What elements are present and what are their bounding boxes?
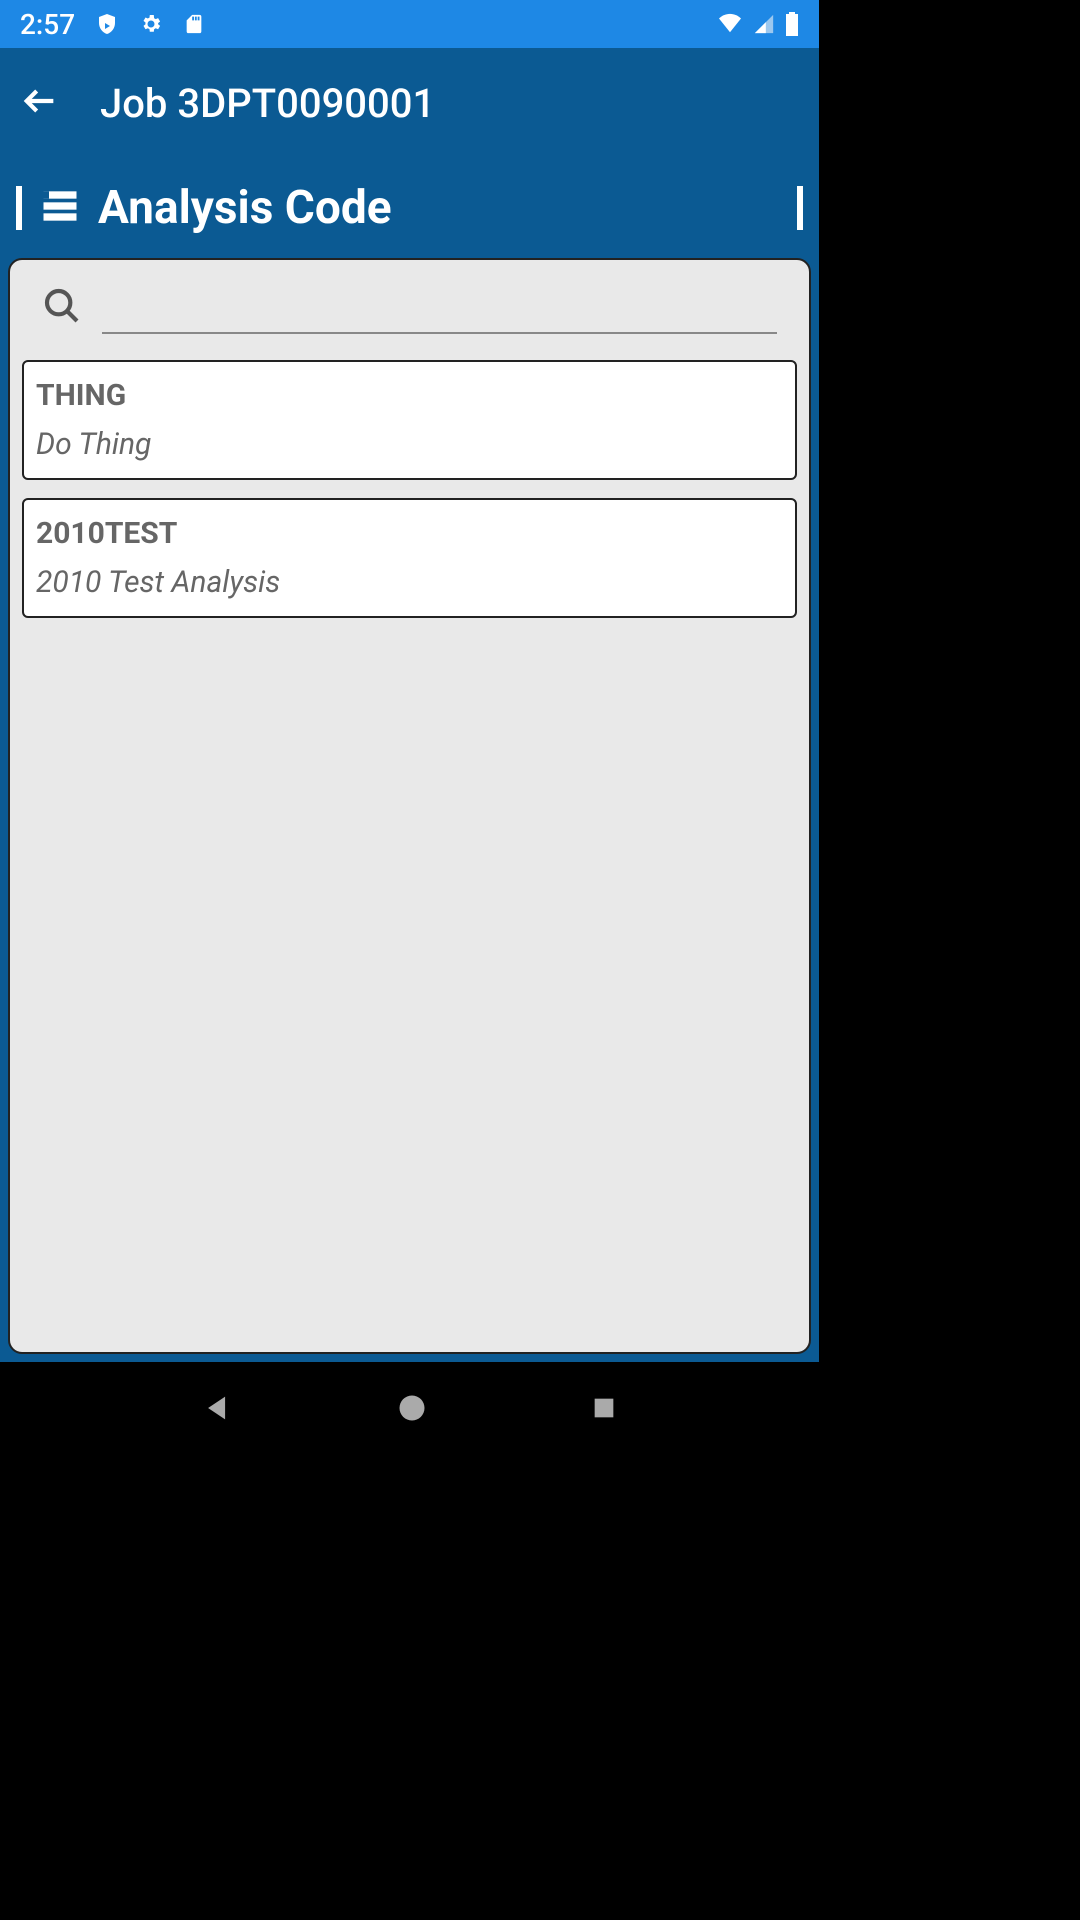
status-time: 2:57 bbox=[20, 8, 75, 41]
item-code: 2010TEST bbox=[36, 516, 783, 551]
status-bar: 2:57 bbox=[0, 0, 819, 48]
section-marker-left bbox=[16, 186, 22, 230]
shield-icon bbox=[95, 12, 119, 36]
android-nav-bar bbox=[0, 1362, 819, 1458]
content-wrap: THING Do Thing 2010TEST 2010 Test Analys… bbox=[0, 258, 819, 1362]
search-input[interactable] bbox=[102, 282, 777, 334]
item-desc: 2010 Test Analysis bbox=[36, 565, 783, 600]
analysis-code-item[interactable]: THING Do Thing bbox=[22, 360, 797, 480]
list-icon bbox=[38, 184, 82, 232]
wifi-icon bbox=[717, 13, 743, 35]
search-icon bbox=[42, 286, 82, 330]
nav-home-icon[interactable] bbox=[397, 1393, 427, 1427]
app-bar: Job 3DPT0090001 bbox=[0, 48, 819, 158]
status-left: 2:57 bbox=[20, 8, 205, 41]
nav-back-icon[interactable] bbox=[201, 1391, 235, 1429]
section-marker-right bbox=[797, 186, 803, 230]
nav-recent-icon[interactable] bbox=[590, 1394, 618, 1426]
status-right bbox=[717, 12, 799, 36]
analysis-code-item[interactable]: 2010TEST 2010 Test Analysis bbox=[22, 498, 797, 618]
back-arrow-icon[interactable] bbox=[20, 81, 60, 125]
search-row bbox=[18, 274, 801, 342]
content-panel: THING Do Thing 2010TEST 2010 Test Analys… bbox=[8, 258, 811, 1354]
item-desc: Do Thing bbox=[36, 427, 783, 462]
section-header: Analysis Code bbox=[0, 158, 819, 258]
gear-icon bbox=[139, 12, 163, 36]
page-title: Job 3DPT0090001 bbox=[100, 80, 435, 127]
section-title: Analysis Code bbox=[98, 181, 392, 235]
sd-card-icon bbox=[183, 13, 205, 35]
cell-signal-icon bbox=[753, 13, 775, 35]
battery-icon bbox=[785, 12, 799, 36]
item-code: THING bbox=[36, 378, 783, 413]
